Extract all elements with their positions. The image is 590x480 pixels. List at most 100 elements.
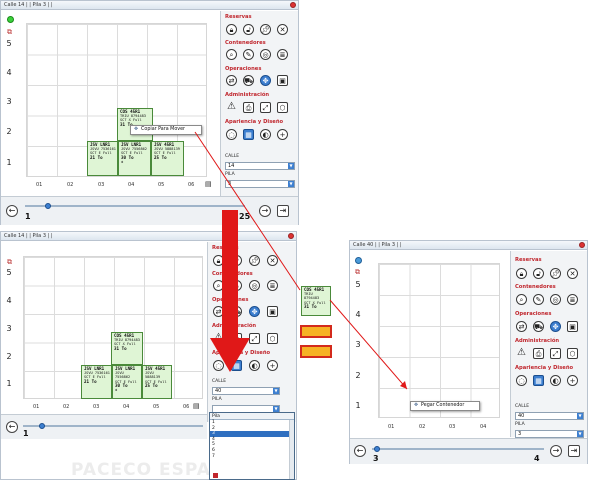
warning-icon[interactable]: ⚠	[226, 102, 237, 113]
previous-icon[interactable]: ←	[354, 445, 366, 457]
context-menu[interactable]: ✥ Copiar Para Mover	[130, 125, 202, 135]
unlock-icon[interactable]: 🔓︎	[243, 24, 254, 35]
container-card[interactable]: JSV LNR1 JSVU 7556862 SCT E Full 30 To ✻	[112, 365, 142, 399]
window-title-bar[interactable]: Calle 40 | | Pila 3 | |	[350, 241, 587, 250]
move-icon[interactable]: ✥	[249, 306, 260, 317]
cube-icon[interactable]: ⬡	[277, 102, 288, 113]
previous-icon[interactable]: ←	[6, 421, 18, 433]
cancel-icon[interactable]	[213, 473, 218, 478]
swap-icon[interactable]: ⇄	[226, 75, 237, 86]
add-icon[interactable]: +	[567, 375, 578, 386]
swap-icon[interactable]: ⇄	[516, 321, 527, 332]
swap-icon[interactable]: ⇄	[213, 306, 224, 317]
trash-icon[interactable]: ▤	[205, 180, 213, 188]
trash-icon[interactable]: ▤	[193, 402, 201, 410]
search-icon[interactable]: ⌕	[213, 280, 224, 291]
cube-icon[interactable]: ⬡	[267, 333, 278, 344]
list-icon[interactable]: ≣	[567, 294, 578, 305]
pin-icon[interactable]: 📌︎	[550, 268, 561, 279]
containers-icon[interactable]: ⧉	[355, 268, 363, 276]
container-card[interactable]: JSV LNR1 JSVU 7556862 SCT E Full 30 To ✻	[118, 141, 151, 176]
paste-container-item[interactable]: Pegar Contenedor	[421, 403, 464, 408]
container-card[interactable]: COS 45R1 TRIU 8794483 SCT X Full 31 To	[111, 332, 143, 365]
street-slider-track[interactable]	[25, 205, 245, 207]
unlock-icon[interactable]: 🔓︎	[533, 268, 544, 279]
expand-icon[interactable]: ⤢	[249, 333, 260, 344]
street-slider-thumb[interactable]	[45, 203, 51, 209]
unpin-icon[interactable]: ✕	[277, 24, 288, 35]
chevron-down-icon[interactable]: ▼	[577, 413, 583, 419]
close-icon[interactable]	[288, 233, 294, 239]
save-icon[interactable]: ▣	[567, 321, 578, 332]
add-icon[interactable]: +	[277, 129, 288, 140]
chevron-down-icon[interactable]: ▼	[577, 431, 583, 437]
save-icon[interactable]: ▣	[267, 306, 278, 317]
pin-icon[interactable]: 📌︎	[260, 24, 271, 35]
color-icon[interactable]: ◐	[260, 129, 271, 140]
print-icon[interactable]: ⎙	[533, 348, 544, 359]
calle-select[interactable]: 40 ▼	[212, 387, 280, 395]
chat-icon[interactable]: ◌	[213, 360, 224, 371]
exit-icon[interactable]: ⇥	[568, 445, 580, 457]
pila-select[interactable]: 3 ▼	[515, 430, 584, 438]
pila-select[interactable]: 3 ▼	[225, 180, 295, 188]
copy-to-move-item[interactable]: Copiar Para Mover	[141, 127, 185, 132]
chevron-down-icon[interactable]: ▼	[288, 163, 294, 169]
truck-icon[interactable]: ⛟	[533, 321, 544, 332]
close-icon[interactable]	[290, 2, 296, 8]
street-slider-track[interactable]	[23, 425, 203, 427]
expand-icon[interactable]: ⤢	[550, 348, 561, 359]
street-slider-thumb[interactable]	[374, 446, 380, 452]
previous-icon[interactable]: ←	[6, 205, 18, 217]
dragged-container-card[interactable]: COS 45R1 TRIU 8794483 SCT X Full 31 To	[301, 286, 331, 316]
unpin-icon[interactable]: ✕	[267, 255, 278, 266]
container-card[interactable]: JSV 45R1 JSVU 5888139 SCT E Full 25 To	[142, 365, 172, 399]
container-card[interactable]: JSV LNR1 JSVU 7536161 SCT E Full 21 To	[87, 141, 118, 176]
calle-select[interactable]: 14 ▼	[225, 162, 295, 170]
next-icon[interactable]: →	[259, 205, 271, 217]
target-icon[interactable]: ◎	[249, 280, 260, 291]
window-title-bar[interactable]: Calle 14 | | Pila 3 | |	[1, 1, 298, 10]
grid-view-icon[interactable]: ▦	[231, 360, 242, 371]
grid-view-icon[interactable]: ▦	[533, 375, 544, 386]
color-icon[interactable]: ◐	[550, 375, 561, 386]
grid-view-icon[interactable]: ▦	[243, 129, 254, 140]
move-icon[interactable]: ✥	[260, 75, 271, 86]
container-card[interactable]: JSV LNR1 JSVU 7536161 SCT E Full 21 To	[81, 365, 112, 399]
add-icon[interactable]: +	[267, 360, 278, 371]
truck-icon[interactable]: ⛟	[243, 75, 254, 86]
warning-icon[interactable]: ⚠	[516, 348, 527, 359]
edit-icon[interactable]: ✎	[533, 294, 544, 305]
edit-icon[interactable]: ✎	[231, 280, 242, 291]
calle-select[interactable]: 40 ▼	[515, 412, 584, 420]
pin-icon[interactable]: 📌︎	[249, 255, 260, 266]
context-menu[interactable]: ✥ Pegar Contenedor	[410, 401, 480, 411]
yard-grid[interactable]	[378, 263, 500, 418]
exit-icon[interactable]: ⇥	[277, 205, 289, 217]
container-card[interactable]: JSV 45R1 JSVU 5888139 SCT E Full 25 To	[151, 141, 184, 176]
search-icon[interactable]: ⌕	[516, 294, 527, 305]
lock-icon[interactable]: 🔒︎	[516, 268, 527, 279]
edit-icon[interactable]: ✎	[243, 49, 254, 60]
close-icon[interactable]	[579, 242, 585, 248]
street-slider-thumb[interactable]	[39, 423, 45, 429]
target-icon[interactable]: ◎	[260, 49, 271, 60]
window-title-bar[interactable]: Calle 14 | | Pila 3 | |	[1, 232, 296, 241]
truck-icon[interactable]: ⛟	[231, 306, 242, 317]
list-icon[interactable]: ≣	[277, 49, 288, 60]
search-icon[interactable]: ⌕	[226, 49, 237, 60]
target-icon[interactable]: ◎	[550, 294, 561, 305]
containers-icon[interactable]: ⧉	[7, 258, 15, 266]
next-icon[interactable]: →	[550, 445, 562, 457]
chat-icon[interactable]: ◌	[516, 375, 527, 386]
expand-icon[interactable]: ⤢	[260, 102, 271, 113]
move-icon[interactable]: ✥	[550, 321, 561, 332]
unlock-icon[interactable]: 🔓︎	[231, 255, 242, 266]
lock-icon[interactable]: 🔒︎	[226, 24, 237, 35]
warning-icon[interactable]: ⚠	[213, 333, 224, 344]
chevron-down-icon[interactable]: ▼	[288, 181, 294, 187]
save-icon[interactable]: ▣	[277, 75, 288, 86]
cube-icon[interactable]: ⬡	[567, 348, 578, 359]
dropdown-option[interactable]: 7	[210, 454, 294, 460]
lock-icon[interactable]: 🔒︎	[213, 255, 224, 266]
